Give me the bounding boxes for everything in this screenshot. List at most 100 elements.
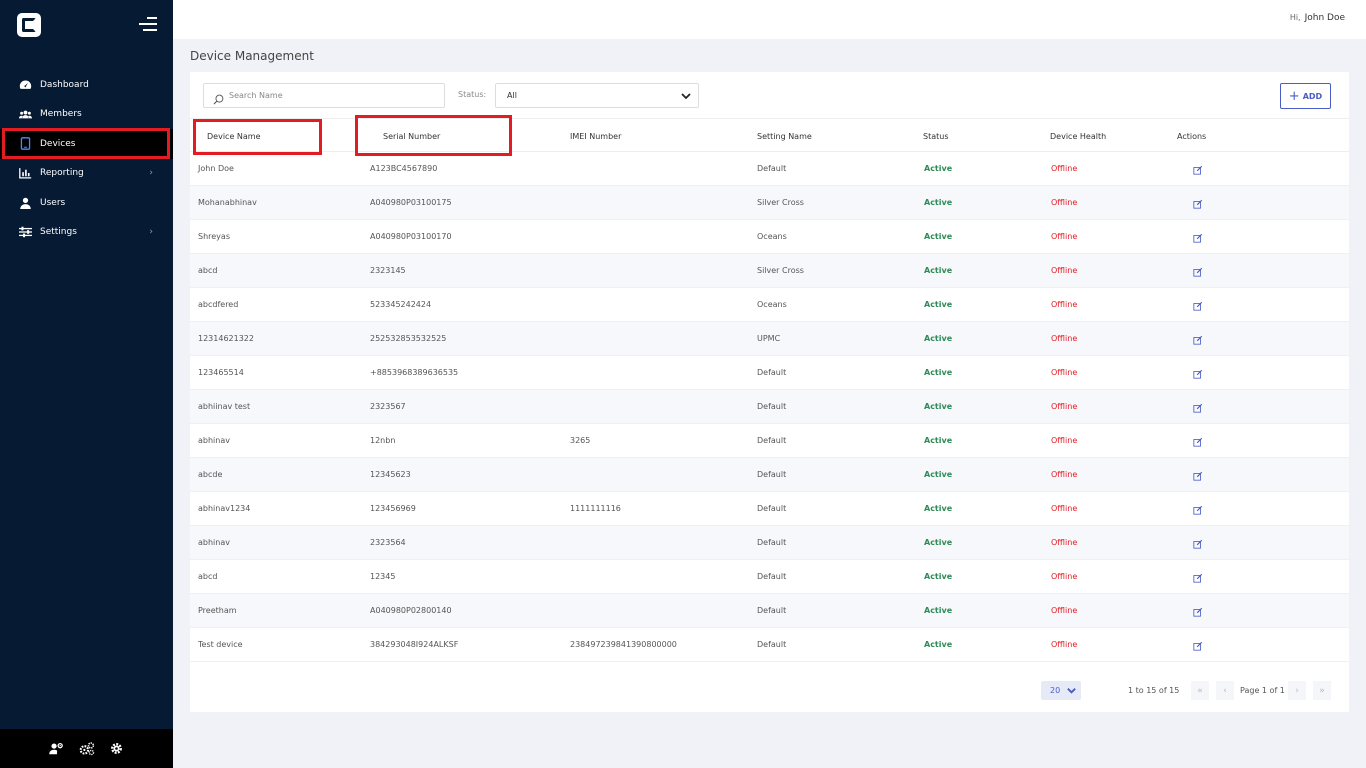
sidebar-item-dashboard[interactable]: Dashboard	[0, 70, 173, 100]
cell-serial-number: A040980P02800140	[370, 606, 452, 615]
status-filter-select[interactable]: All	[495, 83, 699, 108]
edit-icon[interactable]	[1193, 539, 1203, 549]
table-row[interactable]: abhinav 2323564 Default Active Offline	[190, 526, 1349, 560]
cell-device-health: Offline	[1051, 368, 1078, 377]
cell-setting-name: Default	[757, 368, 787, 377]
table-row[interactable]: abhinav1234 123456969 1111111116 Default Act…	[190, 492, 1349, 526]
double-chevron-left-icon: «	[1197, 685, 1203, 696]
previous-page-button[interactable]: ‹	[1216, 681, 1234, 700]
table-row[interactable]: abcdfered 523345242424 Oceans Active Offline	[190, 288, 1349, 322]
table-row[interactable]: Shreyas A040980P03100170 Oceans Active Offli…	[190, 220, 1349, 254]
last-page-button[interactable]: »	[1313, 681, 1331, 700]
tablet-icon	[19, 137, 32, 151]
table-row[interactable]: abcde 12345623 Default Active Offline	[190, 458, 1349, 492]
first-page-button[interactable]: «	[1191, 681, 1209, 700]
sidebar-item-settings[interactable]: Settings ›	[0, 218, 173, 248]
sidebar-item-label: Dashboard	[40, 79, 89, 90]
edit-icon[interactable]	[1193, 471, 1203, 481]
edit-icon[interactable]	[1193, 165, 1203, 175]
cell-setting-name: Silver Cross	[757, 198, 804, 207]
page-title: Device Management	[190, 49, 314, 63]
cell-serial-number: A040980P03100175	[370, 198, 452, 207]
user-cog-icon[interactable]	[49, 741, 65, 757]
user-greeting[interactable]: Hi, John Doe	[1290, 13, 1345, 23]
edit-icon[interactable]	[1193, 641, 1203, 651]
table-row[interactable]: abcd 2323145 Silver Cross Active Offline	[190, 254, 1349, 288]
menu-toggle-icon[interactable]	[139, 17, 157, 31]
top-bar: Hi, John Doe	[173, 0, 1366, 39]
cell-setting-name: Default	[757, 606, 787, 615]
sidebar: Dashboard Members Devices Reporting › Us…	[0, 0, 173, 768]
chart-icon	[19, 167, 32, 180]
sidebar-item-reporting[interactable]: Reporting ›	[0, 159, 173, 189]
cell-setting-name: Default	[757, 164, 787, 173]
page-size-select[interactable]: 20	[1041, 681, 1081, 700]
cell-serial-number: 2323567	[370, 402, 406, 411]
column-header-setting-name[interactable]: Setting Name	[757, 132, 812, 141]
table-row[interactable]: Preetham A040980P02800140 Default Active Off…	[190, 594, 1349, 628]
sidebar-item-label: Members	[40, 109, 82, 120]
edit-icon[interactable]	[1193, 335, 1203, 345]
edit-icon[interactable]	[1193, 301, 1203, 311]
search-icon	[213, 90, 224, 105]
cogs-icon[interactable]	[79, 741, 95, 757]
cell-setting-name: Default	[757, 640, 787, 649]
table-row[interactable]: Test device 384293048I924ALKSF 23849723984…	[190, 628, 1349, 662]
table-header: Device Name Serial Number IMEI Number Se…	[190, 115, 1349, 156]
table-row[interactable]: abhinav 12nbn 3265 Default Active Offline	[190, 424, 1349, 458]
column-header-status[interactable]: Status	[923, 132, 949, 141]
column-header-device-health[interactable]: Device Health	[1050, 132, 1106, 141]
cell-serial-number: 12345623	[370, 470, 411, 479]
cell-device-health: Offline	[1051, 164, 1078, 173]
table-row[interactable]: Mohanabhinav A040980P03100175 Silver Cross…	[190, 186, 1349, 220]
table-row[interactable]: 123465514 +8853968389636535 Default Active O…	[190, 356, 1349, 390]
pagination-range: 1 to 15 of 15	[1128, 686, 1180, 695]
table-row[interactable]: John Doe A123BC4567890 Default Active Offlin…	[190, 152, 1349, 186]
pagination-bar: 20 1 to 15 of 15 « ‹ Page 1 of 1 › »	[190, 676, 1349, 706]
cell-device-health: Offline	[1051, 538, 1078, 547]
cell-device-health: Offline	[1051, 232, 1078, 241]
cell-serial-number: 2323145	[370, 266, 406, 275]
add-device-button[interactable]: + ADD	[1280, 83, 1331, 109]
app-logo[interactable]	[17, 13, 41, 37]
edit-icon[interactable]	[1193, 233, 1203, 243]
cell-device-health: Offline	[1051, 402, 1078, 411]
chevron-left-icon: ‹	[1223, 685, 1227, 696]
search-box[interactable]	[203, 83, 445, 108]
table-row[interactable]: abhiinav test 2323567 Default Active Offline	[190, 390, 1349, 424]
gear-icon[interactable]	[109, 741, 125, 757]
edit-icon[interactable]	[1193, 573, 1203, 583]
cell-serial-number: 12345	[370, 572, 396, 581]
edit-icon[interactable]	[1193, 607, 1203, 617]
cell-device-name: abhiinav test	[198, 402, 251, 411]
column-header-imei-number[interactable]: IMEI Number	[570, 132, 621, 141]
user-icon	[19, 196, 32, 209]
cell-serial-number: 123456969	[370, 504, 416, 513]
cell-setting-name: Default	[757, 470, 787, 479]
edit-icon[interactable]	[1193, 267, 1203, 277]
cell-status: Active	[924, 640, 953, 649]
next-page-button[interactable]: ›	[1288, 681, 1306, 700]
device-table-card: Status: All +ADD Device Name Serial Numb…	[190, 72, 1349, 712]
table-row[interactable]: 12314621322 252532853532525 UPMC Active Offl…	[190, 322, 1349, 356]
chevron-right-icon: ›	[1295, 685, 1299, 696]
cell-device-name: 12314621322	[198, 334, 254, 343]
edit-icon[interactable]	[1193, 199, 1203, 209]
sidebar-item-devices[interactable]: Devices	[0, 128, 173, 159]
column-header-actions: Actions	[1177, 132, 1207, 141]
edit-icon[interactable]	[1193, 403, 1203, 413]
cell-status: Active	[924, 334, 953, 343]
cell-status: Active	[924, 436, 953, 445]
cell-imei-number: 3265	[570, 436, 591, 445]
sidebar-item-users[interactable]: Users	[0, 188, 173, 218]
edit-icon[interactable]	[1193, 505, 1203, 515]
status-filter-label: Status:	[458, 90, 487, 99]
cell-device-name: abhinav	[198, 538, 230, 547]
sidebar-item-members[interactable]: Members	[0, 100, 173, 130]
cell-setting-name: Oceans	[757, 232, 787, 241]
edit-icon[interactable]	[1193, 437, 1203, 447]
table-row[interactable]: abcd 12345 Default Active Offline	[190, 560, 1349, 594]
chevron-right-icon: ›	[149, 168, 153, 179]
search-input[interactable]	[229, 91, 429, 100]
edit-icon[interactable]	[1193, 369, 1203, 379]
